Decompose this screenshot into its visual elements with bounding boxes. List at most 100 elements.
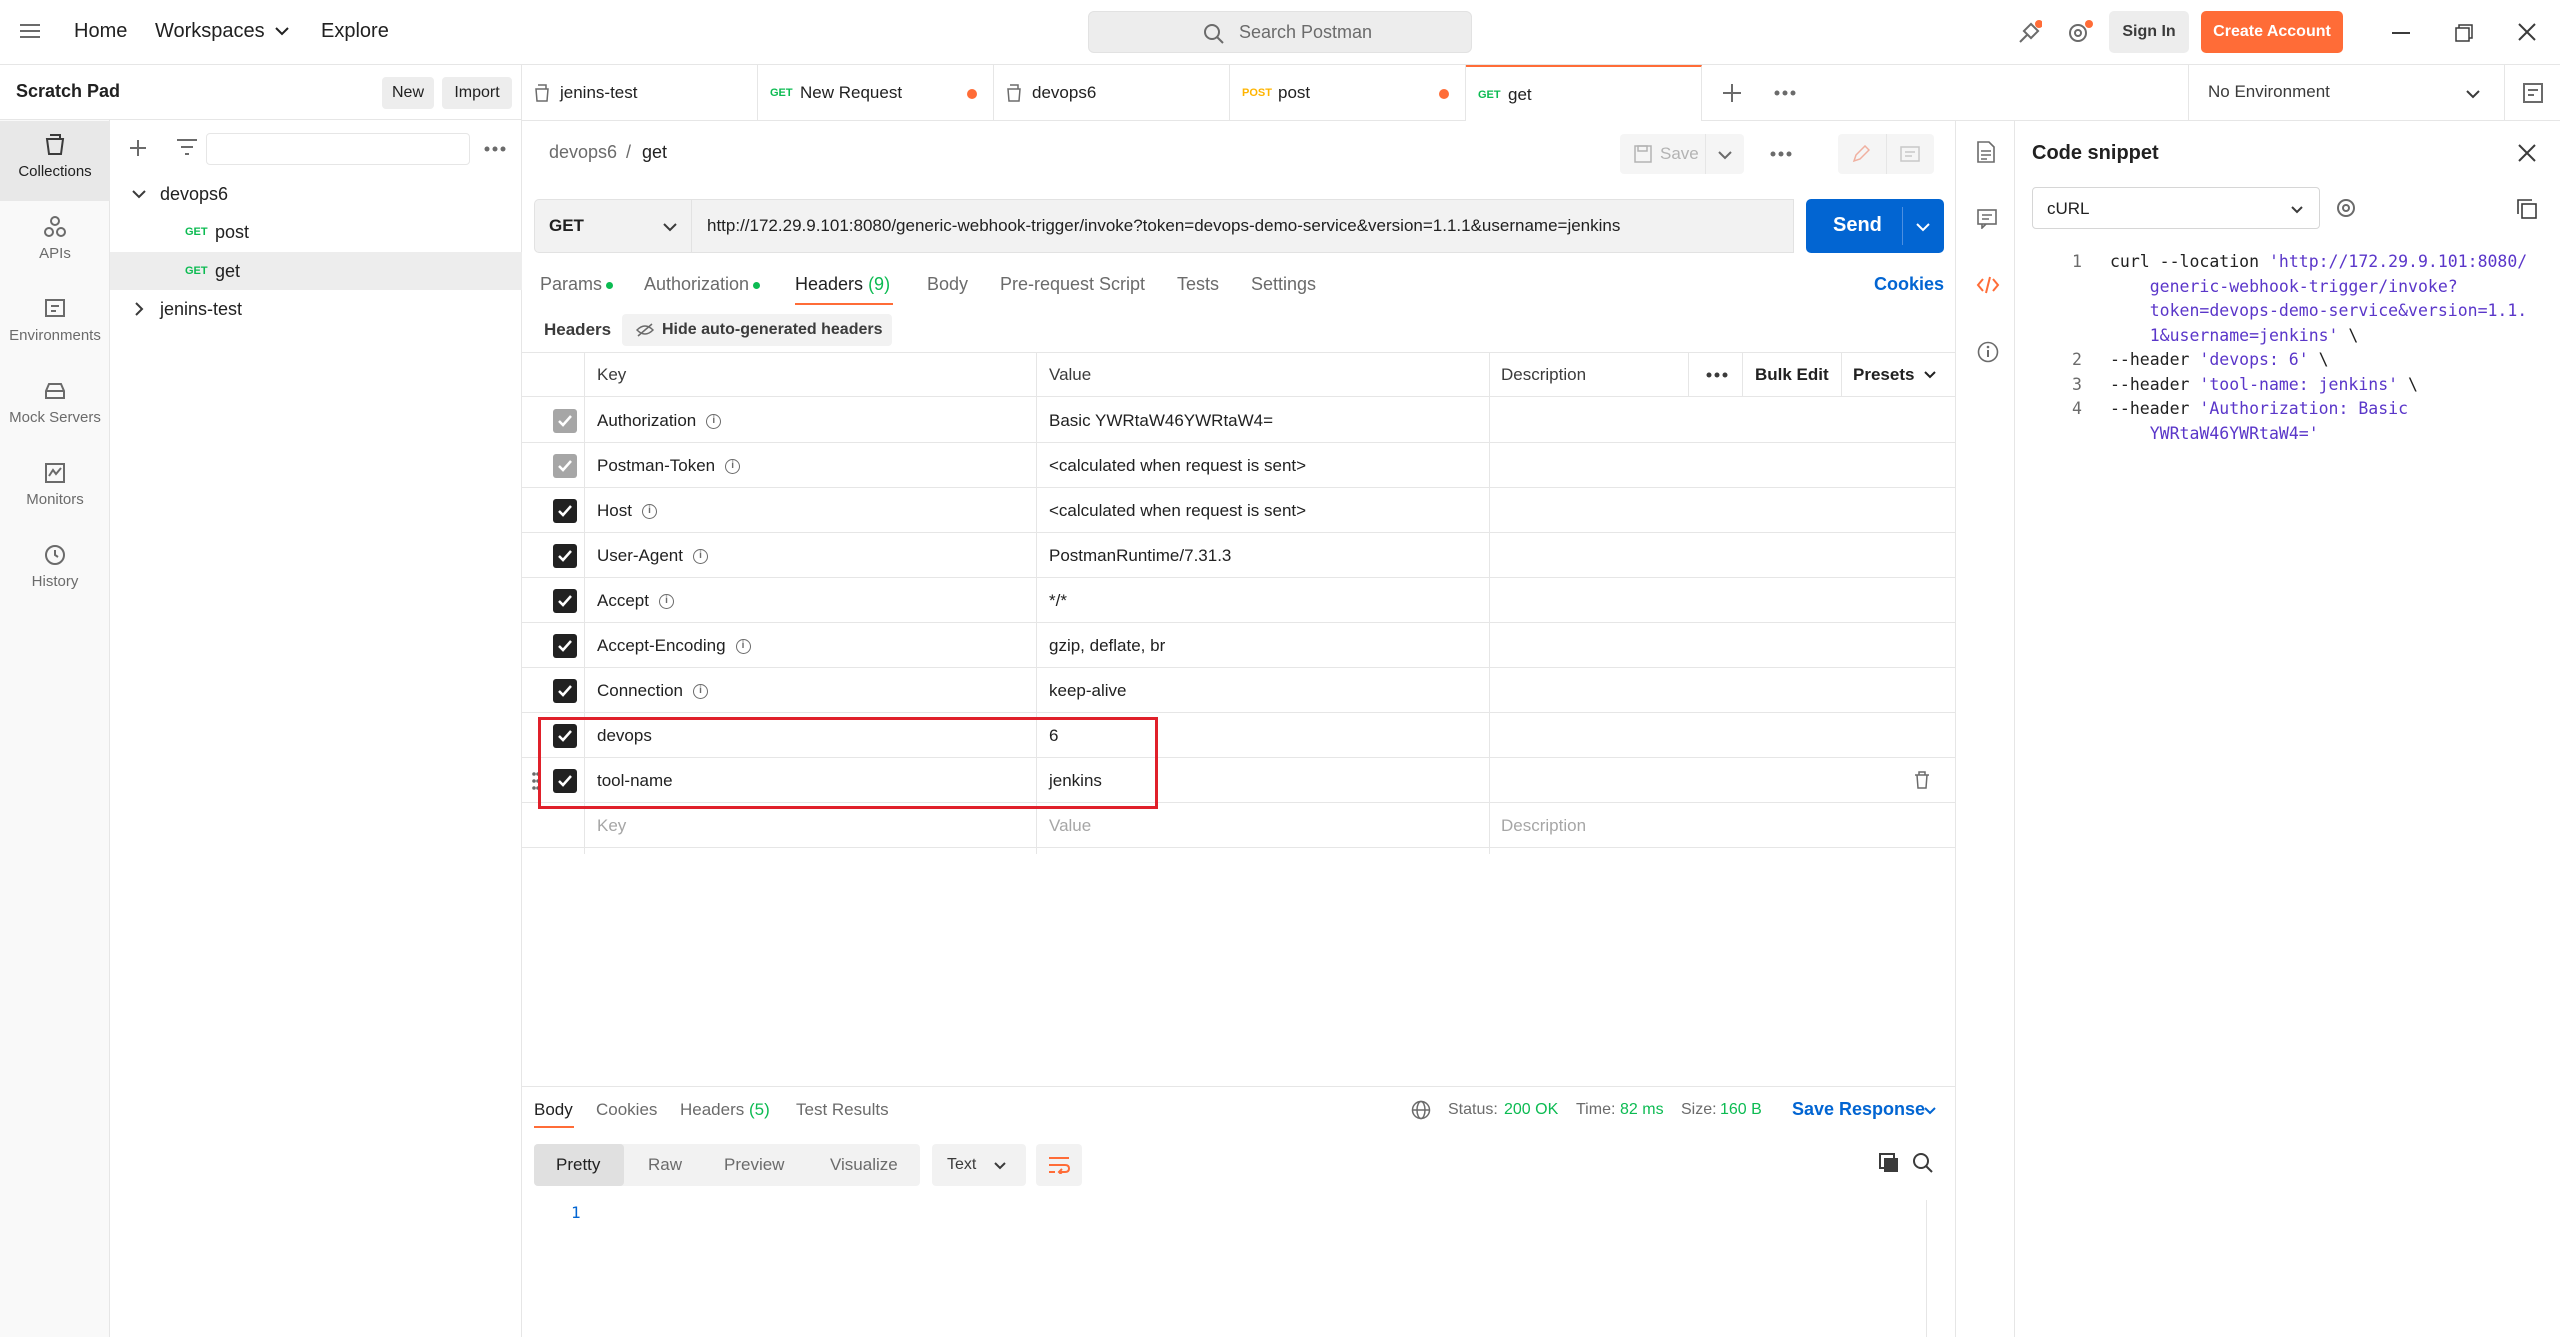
more-options-icon[interactable] bbox=[1770, 151, 1792, 157]
response-tab-test-results[interactable]: Test Results bbox=[796, 1100, 889, 1120]
filter-icon[interactable] bbox=[176, 138, 198, 156]
rail-collections[interactable]: Collections bbox=[0, 121, 110, 201]
format-type-select[interactable]: Text bbox=[932, 1144, 1026, 1186]
close-panel-icon[interactable] bbox=[2518, 144, 2536, 162]
method-badge: GET bbox=[185, 265, 208, 277]
copy-icon[interactable] bbox=[1878, 1152, 1900, 1174]
rail-environments[interactable]: Environments bbox=[0, 285, 110, 365]
more-options-icon[interactable] bbox=[484, 146, 506, 152]
nav-home[interactable]: Home bbox=[74, 20, 127, 43]
value-placeholder[interactable]: Value bbox=[1049, 803, 1091, 848]
new-button[interactable]: New bbox=[382, 77, 434, 109]
plus-icon[interactable] bbox=[128, 138, 148, 158]
import-button[interactable]: Import bbox=[442, 77, 512, 109]
method-select[interactable]: GET bbox=[534, 199, 692, 253]
info-icon[interactable] bbox=[1977, 341, 1999, 363]
hide-auto-headers-button[interactable]: Hide auto-generated headers bbox=[622, 314, 892, 346]
subtab-settings[interactable]: Settings bbox=[1251, 274, 1316, 295]
copy-snippet-icon[interactable] bbox=[2516, 198, 2538, 220]
trash-icon[interactable] bbox=[1914, 771, 1930, 789]
breadcrumb-parent[interactable]: devops6 bbox=[549, 142, 617, 163]
subtab-label: Params bbox=[540, 274, 603, 294]
chevron-down-icon[interactable] bbox=[1916, 222, 1930, 232]
nav-explore[interactable]: Explore bbox=[321, 20, 389, 43]
subtab-tests[interactable]: Tests bbox=[1177, 274, 1219, 295]
tab-new-request[interactable]: GET New Request bbox=[758, 65, 994, 121]
new-header-row: Key Value Description bbox=[522, 803, 1955, 848]
close-window-icon[interactable] bbox=[2518, 23, 2536, 41]
row-checkbox[interactable] bbox=[553, 634, 577, 658]
subtab-authorization[interactable]: Authorization bbox=[644, 274, 761, 295]
format-pretty[interactable]: Pretty bbox=[556, 1155, 600, 1175]
send-button[interactable]: Send bbox=[1806, 199, 1944, 253]
create-account-button[interactable]: Create Account bbox=[2201, 11, 2343, 53]
chevron-down-icon[interactable] bbox=[1924, 1106, 1936, 1115]
new-tab-plus-icon[interactable] bbox=[1722, 83, 1742, 103]
environment-quick-look-icon[interactable] bbox=[2522, 82, 2544, 104]
filter-input[interactable] bbox=[206, 133, 470, 165]
comments-icon[interactable] bbox=[1977, 209, 1997, 229]
code-icon[interactable] bbox=[1976, 276, 2000, 294]
table-options-icon[interactable] bbox=[1706, 372, 1728, 378]
restore-icon[interactable] bbox=[2455, 24, 2473, 42]
pencil-icon[interactable] bbox=[1852, 145, 1870, 163]
row-checkbox[interactable] bbox=[553, 409, 577, 433]
settings-gear-icon[interactable] bbox=[2335, 197, 2357, 219]
rail-history[interactable]: History bbox=[0, 531, 110, 611]
rail-mock-servers[interactable]: Mock Servers bbox=[0, 367, 110, 447]
nav-workspaces[interactable]: Workspaces bbox=[155, 20, 265, 43]
gear-icon[interactable] bbox=[2066, 20, 2094, 46]
tree-request-post[interactable]: GET post bbox=[110, 213, 522, 251]
minimize-icon[interactable] bbox=[2392, 32, 2410, 34]
environment-select[interactable]: No Environment bbox=[2188, 65, 2504, 121]
row-checkbox[interactable] bbox=[553, 589, 577, 613]
tree-request-get[interactable]: GET get bbox=[110, 252, 522, 290]
chevron-down-icon[interactable] bbox=[275, 26, 289, 36]
format-preview[interactable]: Preview bbox=[724, 1155, 784, 1175]
response-tab-cookies[interactable]: Cookies bbox=[596, 1100, 657, 1120]
row-checkbox[interactable] bbox=[553, 499, 577, 523]
tree-collection-jenins-test[interactable]: jenins-test bbox=[110, 290, 522, 328]
description-placeholder[interactable]: Description bbox=[1501, 803, 1586, 848]
rail-monitors[interactable]: Monitors bbox=[0, 449, 110, 529]
globe-icon[interactable] bbox=[1411, 1100, 1431, 1120]
subtab-headers[interactable]: Headers (9) bbox=[795, 274, 890, 295]
subtab-body[interactable]: Body bbox=[927, 274, 968, 295]
rail-apis[interactable]: APIs bbox=[0, 203, 110, 283]
save-response-button[interactable]: Save Response bbox=[1792, 1099, 1925, 1120]
search-input[interactable]: Search Postman bbox=[1088, 11, 1472, 53]
sign-in-button[interactable]: Sign In bbox=[2109, 11, 2189, 53]
info-icon: i bbox=[693, 684, 709, 700]
subtab-prerequest[interactable]: Pre-request Script bbox=[1000, 274, 1145, 295]
info-icon: i bbox=[658, 594, 674, 610]
tab-devops6[interactable]: devops6 bbox=[994, 65, 1230, 121]
comment-icon[interactable] bbox=[1900, 146, 1920, 162]
tree-collection-devops6[interactable]: devops6 bbox=[110, 175, 522, 213]
documentation-icon[interactable] bbox=[1977, 141, 1995, 163]
format-visualize[interactable]: Visualize bbox=[830, 1155, 898, 1175]
language-select[interactable]: cURL bbox=[2032, 187, 2320, 229]
tab-jenins-test[interactable]: jenins-test bbox=[522, 65, 758, 121]
presets-button[interactable]: Presets bbox=[1853, 352, 1914, 397]
url-input[interactable]: http://172.29.9.101:8080/generic-webhook… bbox=[692, 199, 1794, 253]
save-button[interactable]: Save bbox=[1620, 134, 1744, 174]
tab-post[interactable]: POST post bbox=[1230, 65, 1466, 121]
row-checkbox[interactable] bbox=[553, 679, 577, 703]
format-raw[interactable]: Raw bbox=[648, 1155, 682, 1175]
row-checkbox[interactable] bbox=[553, 544, 577, 568]
cookies-link[interactable]: Cookies bbox=[1874, 274, 1944, 295]
satellite-icon[interactable] bbox=[2016, 20, 2042, 46]
wrap-lines-button[interactable] bbox=[1036, 1144, 1082, 1186]
search-icon[interactable] bbox=[1912, 1152, 1934, 1174]
tab-options-icon[interactable] bbox=[1774, 90, 1796, 96]
row-checkbox[interactable] bbox=[553, 454, 577, 478]
tab-get-active[interactable]: GET get bbox=[1466, 65, 1702, 121]
bulk-edit-button[interactable]: Bulk Edit bbox=[1755, 352, 1829, 397]
hamburger-menu-icon[interactable] bbox=[20, 24, 42, 40]
chevron-down-icon[interactable] bbox=[1924, 370, 1936, 379]
code-snippet-title: Code snippet bbox=[2032, 142, 2159, 164]
subtab-params[interactable]: Params bbox=[540, 274, 614, 295]
response-tab-body[interactable]: Body bbox=[534, 1100, 573, 1120]
key-placeholder[interactable]: Key bbox=[597, 803, 626, 848]
response-tab-headers[interactable]: Headers (5) bbox=[680, 1100, 770, 1120]
